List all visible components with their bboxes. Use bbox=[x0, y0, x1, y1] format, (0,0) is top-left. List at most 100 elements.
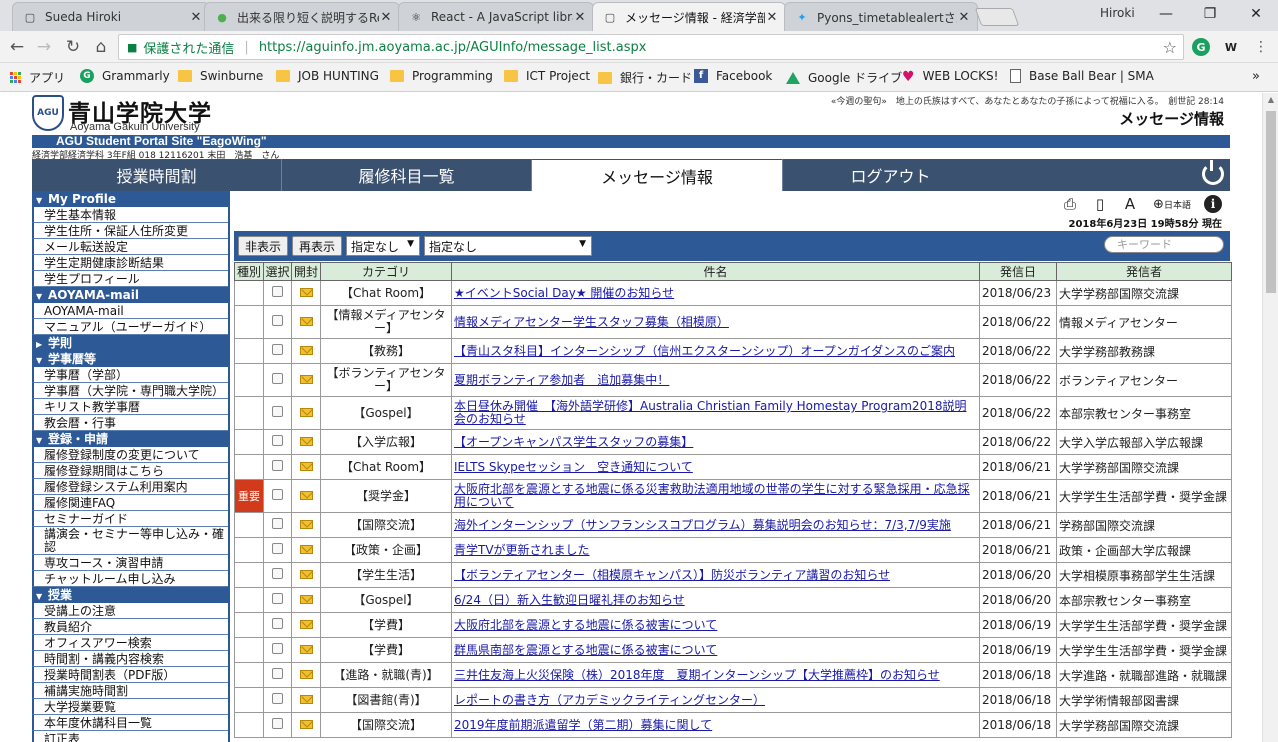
bookmark-star-icon[interactable]: ☆ bbox=[1163, 38, 1177, 57]
sidebar-item[interactable]: 履修登録期間はこちら bbox=[32, 463, 228, 479]
select-checkbox[interactable] bbox=[272, 543, 283, 554]
message-subject-link[interactable]: 情報メディアセンター学生スタッフ募集（相模原） bbox=[451, 305, 980, 339]
bookmark-item[interactable]: Programming bbox=[390, 69, 493, 83]
sidebar-section-header[interactable]: ▶ 学則 bbox=[32, 335, 228, 351]
close-tab-icon[interactable]: ✕ bbox=[189, 10, 203, 25]
text-size-icon[interactable]: A bbox=[1120, 195, 1140, 213]
message-subject-link[interactable]: 海外インターンシップ（サンフランシスコプログラム）募集説明会のお知らせ：7/3,… bbox=[451, 512, 980, 538]
sidebar-item[interactable]: 学生住所・保証人住所変更 bbox=[32, 223, 228, 239]
message-subject-link[interactable]: 大阪府北部を震源とする地震に係る被害について bbox=[451, 612, 980, 638]
scroll-up-icon[interactable]: ▲ bbox=[1263, 93, 1278, 107]
sidebar-item[interactable]: 講演会・セミナー等申し込み・確認 bbox=[32, 527, 228, 555]
bookmark-item[interactable]: f Facebook bbox=[694, 69, 772, 83]
message-subject-link[interactable]: IELTS Skypeセッション 空き通知について bbox=[451, 454, 980, 480]
sidebar-item[interactable]: 専攻コース・演習申請 bbox=[32, 555, 228, 571]
select-checkbox[interactable] bbox=[272, 489, 283, 500]
hide-button[interactable]: 非表示 bbox=[238, 236, 288, 256]
power-icon[interactable] bbox=[1202, 160, 1224, 185]
message-subject-link[interactable]: 【オープンキャンパス学生スタッフの募集】 bbox=[451, 429, 980, 455]
message-subject-link[interactable]: 青学TVが更新されました bbox=[451, 537, 980, 563]
nav-tab-messages[interactable]: メッセージ情報 bbox=[531, 159, 782, 191]
select-checkbox[interactable] bbox=[272, 618, 283, 629]
select-checkbox[interactable] bbox=[272, 315, 283, 326]
sidebar-item[interactable]: 学生基本情報 bbox=[32, 207, 228, 223]
close-tab-icon[interactable]: ✕ bbox=[765, 10, 779, 25]
message-subject-link[interactable]: 三井住友海上火災保険（株）2018年度 夏期インターンシップ【大学推薦枠】のお知… bbox=[451, 662, 980, 688]
browser-tab[interactable]: ▢ Sueda Hiroki ✕ bbox=[12, 2, 210, 31]
select-checkbox[interactable] bbox=[272, 286, 283, 297]
sidebar-item[interactable]: マニュアル（ユーザーガイド） bbox=[32, 319, 228, 335]
message-subject-link[interactable]: レポートの書き方（アカデミックライティングセンター） bbox=[451, 687, 980, 713]
scrollbar-thumb[interactable] bbox=[1266, 111, 1276, 293]
bookmark-item[interactable]: G Grammarly bbox=[80, 69, 170, 83]
filter-select-2[interactable]: 指定なし ▼ bbox=[424, 236, 592, 256]
message-row[interactable]: 【学費】 群馬県南部を震源とする地震に係る被害について 2018/06/19 大学学生… bbox=[234, 637, 1232, 663]
sidebar-section-header[interactable]: ▼ 登録・申請 bbox=[32, 431, 228, 447]
nav-tab-logout[interactable]: ログアウト bbox=[782, 159, 998, 191]
select-checkbox[interactable] bbox=[272, 593, 283, 604]
message-row[interactable]: 【Chat Room】 IELTS Skypeセッション 空き通知について 2018… bbox=[234, 454, 1232, 480]
reload-icon[interactable]: ↻ bbox=[62, 36, 84, 58]
address-bar[interactable]: ■ 保護された通信 | https://aguinfo.jm.aoyama.ac… bbox=[118, 34, 1184, 60]
sidebar-section-header[interactable]: ▼ My Profile bbox=[32, 191, 228, 207]
w-extension-icon[interactable]: W bbox=[1222, 38, 1240, 56]
info-icon[interactable]: i bbox=[1204, 195, 1222, 213]
sidebar-item[interactable]: 受講上の注意 bbox=[32, 603, 228, 619]
sidebar-item[interactable]: 学事暦（学部） bbox=[32, 367, 228, 383]
home-icon[interactable]: ⌂ bbox=[90, 36, 112, 58]
bookmark-item[interactable]: ICT Project bbox=[504, 69, 590, 83]
message-row[interactable]: 【ボランティアセンター】 夏期ボランティア参加者 追加募集中！ 2018/06/22… bbox=[234, 363, 1232, 397]
url-text[interactable]: https://aguinfo.jm.aoyama.ac.jp/AGUInfo/… bbox=[259, 40, 647, 55]
bookmark-item[interactable]: Google ドライブ bbox=[786, 69, 902, 86]
close-tab-icon[interactable]: ✕ bbox=[957, 10, 971, 25]
sidebar-item[interactable]: 学生プロフィール bbox=[32, 271, 228, 287]
bookmark-item[interactable]: アプリ bbox=[10, 69, 65, 86]
maximize-icon[interactable]: ❐ bbox=[1192, 3, 1228, 25]
keyword-search-input[interactable]: キーワード bbox=[1104, 236, 1224, 253]
filter-select-1[interactable]: 指定なし ▼ bbox=[346, 236, 420, 256]
menu-icon[interactable]: ⋮ bbox=[1250, 36, 1272, 58]
sidebar-item[interactable]: 学事暦（大学院・専門職大学院） bbox=[32, 383, 228, 399]
select-checkbox[interactable] bbox=[272, 406, 283, 417]
sidebar-item[interactable]: 履修登録システム利用案内 bbox=[32, 479, 228, 495]
sidebar-item[interactable]: 履修関連FAQ bbox=[32, 495, 228, 511]
select-checkbox[interactable] bbox=[272, 435, 283, 446]
sidebar-item[interactable]: 授業時間割表（PDF版） bbox=[32, 667, 228, 683]
sidebar-item[interactable]: オフィスアワー検索 bbox=[32, 635, 228, 651]
message-row[interactable]: 【情報メディアセンター】 情報メディアセンター学生スタッフ募集（相模原） 2018/… bbox=[234, 305, 1232, 339]
message-row[interactable]: 【図書館(青)】 レポートの書き方（アカデミックライティングセンター） 2018/0… bbox=[234, 687, 1232, 713]
browser-tab[interactable]: ● 出来る限り短く説明するReact✕ bbox=[204, 2, 400, 31]
sidebar-section-header[interactable]: ▼ AOYAMA-mail bbox=[32, 287, 228, 303]
sidebar-item[interactable]: 訂正表 bbox=[32, 731, 228, 742]
select-checkbox[interactable] bbox=[272, 643, 283, 654]
close-window-icon[interactable]: ✕ bbox=[1238, 3, 1274, 25]
browser-tab[interactable]: ✦ Pyons_timetablealertさんの✕ bbox=[784, 2, 978, 31]
sidebar-item[interactable]: 学生定期健康診断結果 bbox=[32, 255, 228, 271]
message-row[interactable]: 【Gospel】 6/24（日）新入生歓迎日曜礼拝のお知らせ 2018/06/20 本… bbox=[234, 587, 1232, 613]
bookmark-item[interactable]: Swinburne bbox=[178, 69, 263, 83]
sidebar-item[interactable]: チャットルーム申し込み bbox=[32, 571, 228, 587]
select-checkbox[interactable] bbox=[272, 568, 283, 579]
sidebar-section-header[interactable]: ▼ 学事暦等 bbox=[32, 351, 228, 367]
sidebar-item[interactable]: 教員紹介 bbox=[32, 619, 228, 635]
message-row[interactable]: 【国際交流】 2019年度前期派遣留学（第二期）募集に関して 2018/06/18 大… bbox=[234, 712, 1232, 738]
sidebar-item[interactable]: セミナーガイド bbox=[32, 511, 228, 527]
profile-name[interactable]: Hiroki bbox=[1100, 6, 1135, 20]
minimize-icon[interactable]: — bbox=[1148, 3, 1184, 25]
message-row[interactable]: 【教務】 【青山スタ科目】インターンシップ（信州エクスターンシップ）オープンガイダ… bbox=[234, 338, 1232, 364]
select-checkbox[interactable] bbox=[272, 693, 283, 704]
select-checkbox[interactable] bbox=[272, 718, 283, 729]
new-tab-button[interactable] bbox=[974, 8, 1020, 26]
message-row[interactable]: 【国際交流】 海外インターンシップ（サンフランシスコプログラム）募集説明会のお知ら… bbox=[234, 512, 1232, 538]
select-checkbox[interactable] bbox=[272, 518, 283, 529]
sidebar-item[interactable]: 時間割・講義内容検索 bbox=[32, 651, 228, 667]
sidebar-section-header[interactable]: ▼ 授業 bbox=[32, 587, 228, 603]
message-subject-link[interactable]: 2019年度前期派遣留学（第二期）募集に関して bbox=[451, 712, 980, 738]
browser-tab[interactable]: ▢ メッセージ情報 - 経済学部経✕ bbox=[592, 2, 786, 32]
sidebar-item[interactable]: 補講実施時間割 bbox=[32, 683, 228, 699]
message-subject-link[interactable]: 【ボランティアセンター（相模原キャンパス）】防災ボランティア講習のお知らせ bbox=[451, 562, 980, 588]
message-row[interactable]: 【政策・企画】 青学TVが更新されました 2018/06/21 政策・企画部大学広報課 bbox=[234, 537, 1232, 563]
back-icon[interactable]: ← bbox=[6, 36, 28, 58]
nav-tab-courses[interactable]: 履修科目一覧 bbox=[281, 159, 531, 191]
select-checkbox[interactable] bbox=[272, 344, 283, 355]
